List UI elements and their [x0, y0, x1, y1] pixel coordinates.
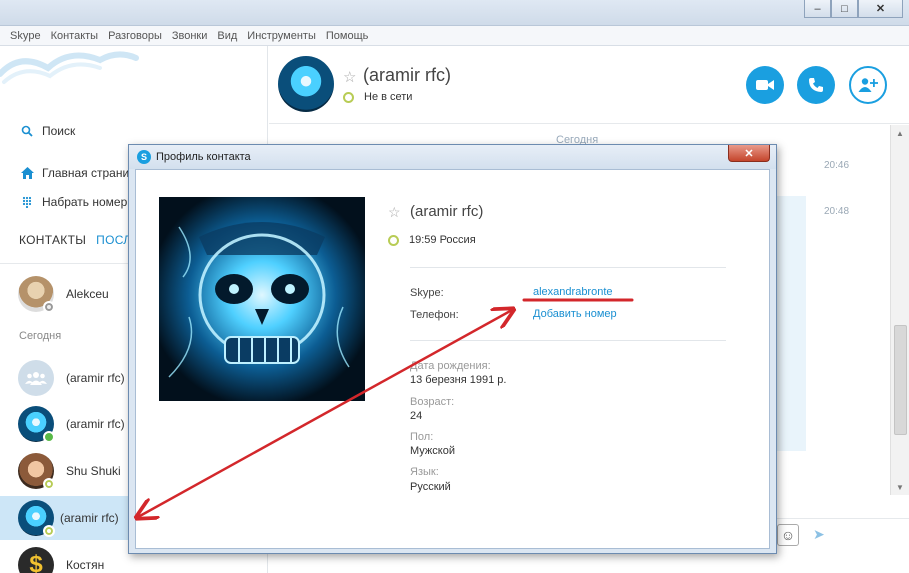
profile-local-time: 19:59 Россия [409, 234, 476, 246]
contact-name: (aramir rfc) [60, 511, 119, 525]
sidebar-search-label: Поиск [42, 124, 76, 138]
add-person-icon [858, 78, 878, 92]
home-icon [20, 166, 34, 180]
skype-id-link[interactable]: alexandrabronte [533, 286, 613, 298]
phone-icon [809, 78, 823, 92]
scroll-thumb[interactable] [894, 325, 907, 435]
sidebar-tabs: КОНТАКТЫ ПОСЛ [19, 233, 131, 247]
menu-tools[interactable]: Инструменты [247, 30, 316, 42]
minimize-button[interactable]: – [804, 0, 831, 18]
search-icon [20, 124, 34, 138]
chat-scrollbar[interactable]: ▲ ▼ [890, 125, 909, 495]
status-offline-icon [43, 525, 55, 537]
contact-name: (aramir rfc) [66, 371, 125, 385]
message-time: 20:48 [824, 206, 850, 217]
birthday-label: Дата рождения: [410, 360, 491, 372]
menu-conversations[interactable]: Разговоры [108, 30, 162, 42]
avatar [18, 453, 55, 490]
menu-skype[interactable]: Skype [10, 30, 41, 42]
dialpad-icon [20, 195, 34, 209]
skype-label: Skype: [410, 287, 444, 299]
call-button[interactable] [797, 66, 835, 104]
contact-name: Shu Shuki [66, 464, 121, 478]
menu-contacts[interactable]: Контакты [51, 30, 99, 42]
profile-name: (aramir rfc) [410, 203, 484, 220]
conversation-header: ☆ (aramir rfc) Не в сети [269, 46, 909, 124]
header-contact-name: (aramir rfc) [363, 65, 451, 85]
dialog-close-button[interactable]: ✕ [728, 145, 770, 162]
sidebar-dial-label: Набрать номер [42, 195, 128, 209]
message-bubble [775, 196, 806, 451]
favorite-star-icon[interactable]: ☆ [388, 204, 401, 221]
birthday-value: 13 березня 1991 р. [410, 374, 507, 386]
sidebar-home[interactable]: Главная страни [20, 166, 129, 180]
dialog-titlebar: S Профиль контакта ✕ [129, 145, 776, 169]
group-icon [25, 372, 47, 385]
add-phone-link[interactable]: Добавить номер [533, 308, 617, 320]
status-unknown-icon [43, 301, 55, 313]
maximize-button[interactable]: □ [831, 0, 858, 18]
avatar [18, 276, 55, 313]
tab-recent[interactable]: ПОСЛ [96, 233, 131, 247]
section-today-label: Сегодня [19, 330, 62, 342]
window-controls: – □ ✕ [804, 0, 903, 18]
profile-divider [410, 340, 726, 341]
tab-contacts[interactable]: КОНТАКТЫ [19, 233, 86, 247]
dialog-title: Профиль контакта [156, 151, 251, 163]
video-call-button[interactable] [746, 66, 784, 104]
status-offline-icon [43, 478, 55, 490]
cloud-decoration-icon [0, 51, 139, 84]
video-camera-icon [756, 80, 774, 90]
age-label: Возраст: [410, 396, 455, 408]
menu-bar: Skype Контакты Разговоры Звонки Вид Инст… [0, 26, 909, 46]
favorite-star-icon[interactable]: ☆ [343, 68, 356, 86]
status-offline-icon [343, 91, 354, 103]
menu-help[interactable]: Помощь [326, 30, 369, 42]
avatar [18, 406, 55, 443]
send-icon[interactable]: ➤ [813, 526, 825, 543]
header-status-text: Не в сети [364, 91, 413, 103]
window-titlebar: – □ ✕ [0, 0, 909, 26]
sex-value: Мужской [410, 445, 455, 457]
avatar: $ [18, 547, 54, 573]
contact-name: Alekceu [66, 287, 109, 301]
header-status: Не в сети [343, 91, 412, 103]
dialog-body: ☆ (aramir rfc) 19:59 Россия Skype: alexa… [135, 169, 770, 549]
status-offline-icon [388, 234, 399, 246]
sex-label: Пол: [410, 431, 434, 443]
scroll-up-icon[interactable]: ▲ [896, 129, 904, 138]
sidebar-home-label: Главная страни [42, 166, 130, 180]
menu-view[interactable]: Вид [217, 30, 237, 42]
profile-status: 19:59 Россия [388, 234, 476, 246]
status-online-icon [43, 431, 55, 443]
sidebar-search[interactable]: Поиск [20, 124, 75, 138]
phone-label: Телефон: [410, 309, 459, 321]
message-time: 20:46 [824, 160, 850, 171]
contact-name: Костян [66, 558, 105, 572]
sidebar-dial[interactable]: Набрать номер [20, 195, 127, 209]
profile-divider [410, 267, 726, 268]
close-window-button[interactable]: ✕ [858, 0, 903, 18]
skype-logo-icon: S [137, 150, 151, 164]
menu-calls[interactable]: Звонки [172, 30, 208, 42]
scroll-down-icon[interactable]: ▼ [896, 483, 904, 492]
dollar-logo-icon: $ [29, 551, 43, 573]
group-avatar [18, 360, 54, 396]
add-contact-button[interactable] [849, 66, 887, 104]
profile-picture [159, 197, 365, 401]
contact-profile-dialog: S Профиль контакта ✕ ☆ (aramir rfc) 19:5… [128, 144, 777, 554]
language-value: Русский [410, 481, 451, 493]
language-label: Язык: [410, 466, 439, 478]
avatar [18, 500, 55, 537]
header-avatar [278, 56, 334, 112]
age-value: 24 [410, 410, 423, 422]
contact-name: (aramir rfc) [66, 417, 125, 431]
emoticon-button[interactable]: ☺ [777, 524, 799, 546]
smile-icon: ☺ [780, 527, 796, 543]
